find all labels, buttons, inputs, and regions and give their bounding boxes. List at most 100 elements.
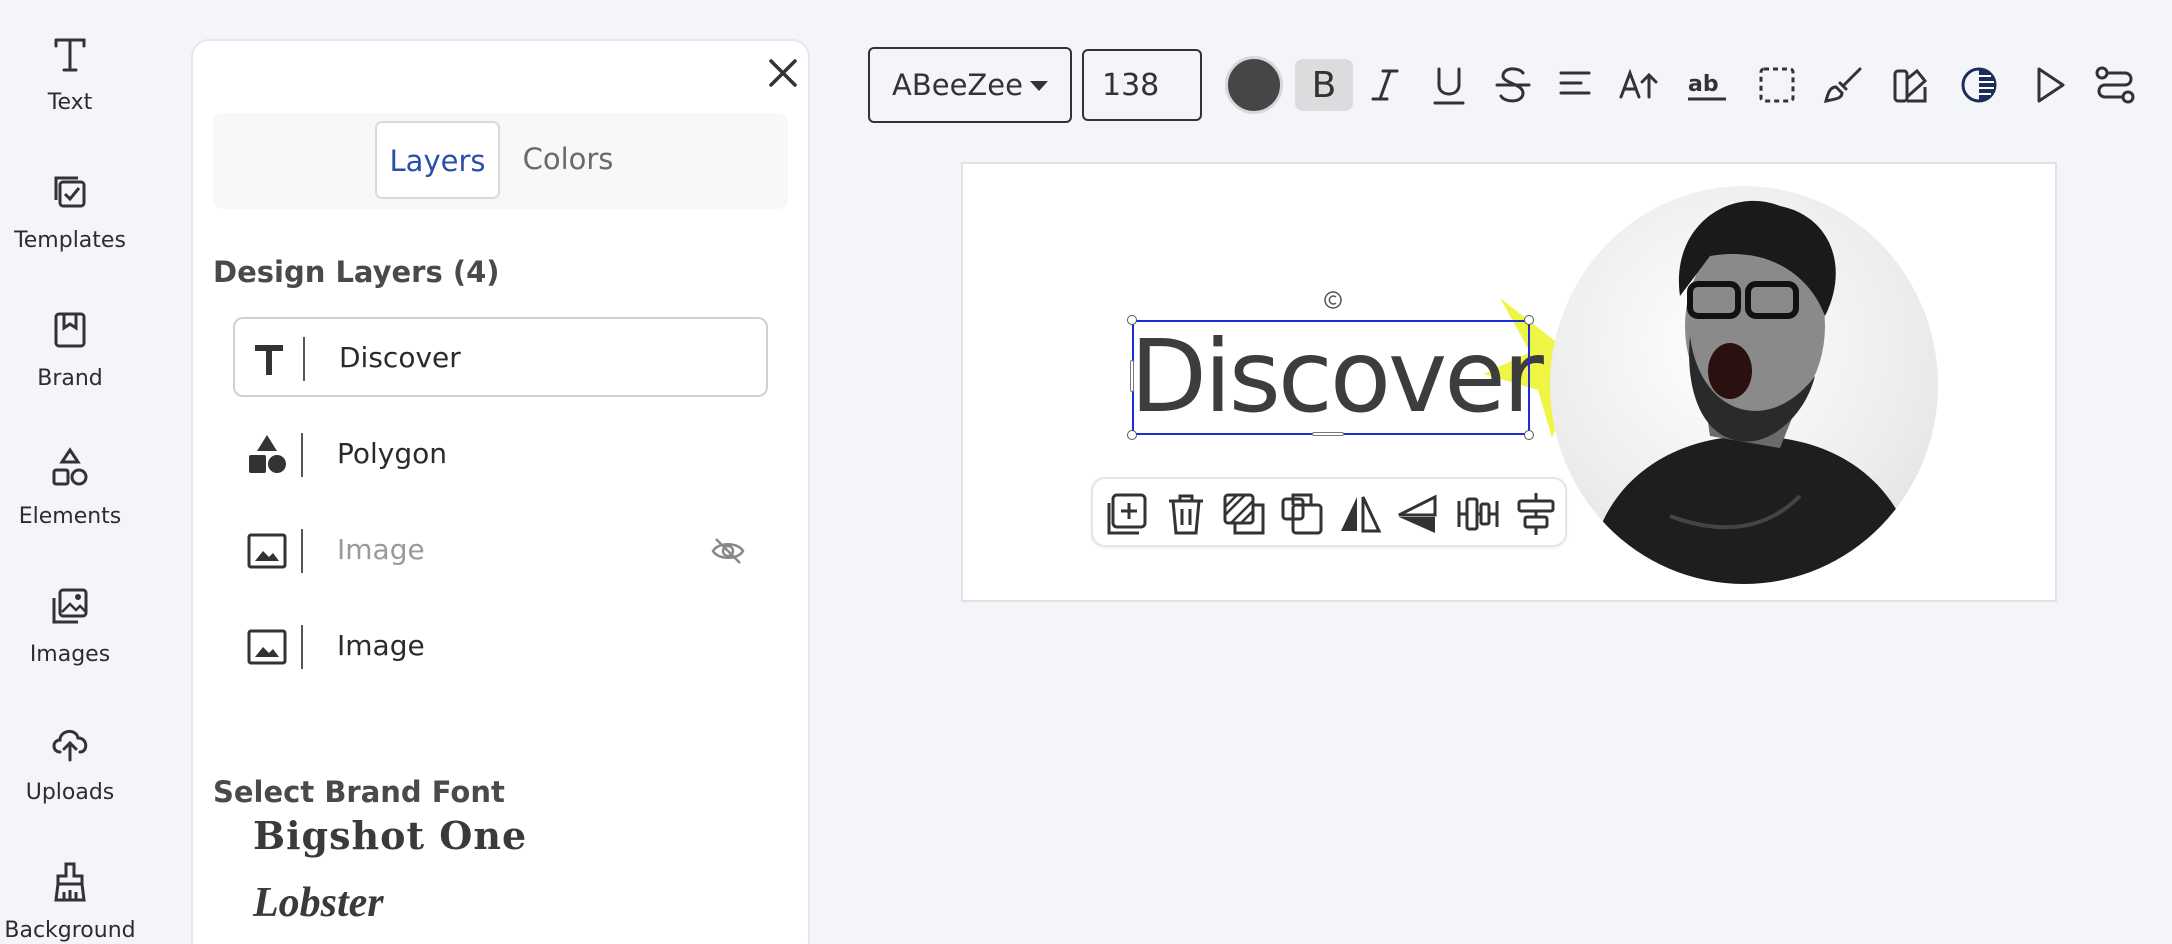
delete-button[interactable] (1163, 491, 1209, 537)
layer-name: Discover (339, 341, 461, 374)
sidebar-item-label: Text (47, 90, 93, 115)
paint-button[interactable] (1815, 59, 1873, 111)
sidebar-item-uploads[interactable]: Uploads (0, 700, 140, 810)
layer-item-image[interactable]: Image (233, 607, 768, 687)
text-spacing-icon: ab (1688, 72, 1726, 101)
align-center-horizontal-button[interactable] (1455, 491, 1501, 537)
panel-tabs: Layers Colors (213, 113, 788, 209)
contrast-icon (1961, 67, 1997, 103)
trash-icon (1169, 494, 1203, 535)
layer-backward-icon (1281, 493, 1323, 535)
images-icon (48, 584, 92, 628)
sidebar-item-background[interactable]: Background (0, 838, 140, 944)
selection-button[interactable] (1748, 59, 1806, 111)
strikethrough-button[interactable] (1484, 59, 1542, 111)
resize-handle[interactable] (1130, 360, 1134, 392)
text-size-up-button[interactable] (1610, 59, 1668, 111)
brand-font-title: Select Brand Font (213, 775, 505, 809)
contrast-button[interactable] (1950, 59, 2008, 111)
svg-text:ab: ab (1688, 72, 1719, 97)
layer-name: Image (337, 533, 425, 566)
brush-icon (1823, 67, 1862, 104)
tab-colors[interactable]: Colors (513, 121, 623, 199)
elements-icon (48, 446, 92, 490)
flip-vertical-icon (1398, 494, 1437, 533)
resize-handle[interactable] (1312, 432, 1344, 436)
align-center-vertical-button[interactable] (1513, 491, 1559, 537)
duplicate-add-button[interactable] (1105, 491, 1151, 537)
sidebar-item-label: Background (4, 918, 136, 943)
font-family-value: ABeeZee (892, 68, 1023, 102)
italic-icon (1371, 69, 1399, 101)
send-backward-button[interactable] (1279, 491, 1325, 537)
layer-item-discover[interactable]: Discover (233, 317, 768, 397)
layer-item-polygon[interactable]: Polygon (233, 415, 768, 495)
text-color-swatch[interactable] (1225, 56, 1283, 114)
caret-down-icon (1030, 81, 1048, 91)
sidebar-item-brand[interactable]: Brand (0, 286, 140, 396)
strikethrough-icon (1495, 67, 1531, 103)
align-button[interactable] (1546, 59, 1604, 111)
element-context-toolbar (1091, 477, 1567, 547)
resize-handle[interactable] (1127, 430, 1137, 440)
layer-name: Polygon (337, 437, 448, 470)
image-layer-icon (247, 533, 287, 569)
left-sidebar: Text Templates Brand Elements Images Upl… (0, 0, 140, 944)
design-layers-title: Design Layers (4) (213, 255, 500, 289)
play-animation-button[interactable] (2020, 59, 2078, 111)
sidebar-item-label: Images (29, 642, 111, 667)
templates-icon (48, 170, 92, 214)
font-size-up-icon (1619, 68, 1658, 99)
layer-forward-icon (1223, 493, 1265, 535)
letter-spacing-button[interactable]: ab (1678, 59, 1736, 111)
resize-handle[interactable] (1127, 315, 1137, 325)
text-icon (48, 32, 92, 76)
text-layer-icon (255, 345, 283, 375)
italic-button[interactable] (1356, 59, 1414, 111)
layer-item-image-hidden[interactable]: Image (233, 511, 768, 591)
sidebar-item-elements[interactable]: Elements (0, 424, 140, 534)
eye-off-icon[interactable] (710, 533, 746, 569)
add-copy-icon (1107, 493, 1147, 535)
brand-font-option[interactable]: Bigshot One (253, 813, 527, 858)
image-layer-icon (247, 629, 287, 665)
underline-button[interactable] (1420, 59, 1478, 111)
color-palette-button[interactable] (1882, 59, 1940, 111)
brand-font-option[interactable]: Lobster (253, 879, 384, 927)
bold-button[interactable]: B (1295, 59, 1353, 111)
resize-handle[interactable] (1524, 315, 1534, 325)
person-photo (1590, 200, 1920, 584)
flip-horizontal-icon (1341, 496, 1382, 533)
tab-layers[interactable]: Layers (375, 121, 500, 199)
close-icon (769, 59, 797, 87)
path-icon (2095, 66, 2135, 104)
portrait-image[interactable] (1550, 186, 1938, 584)
flip-horizontal-button[interactable] (1337, 491, 1383, 537)
background-icon (48, 860, 92, 904)
align-center-v-icon (1517, 493, 1555, 535)
close-panel-button[interactable] (763, 53, 803, 93)
bring-forward-button[interactable] (1221, 491, 1267, 537)
resize-handle[interactable] (1524, 430, 1534, 440)
sidebar-item-text[interactable]: Text (0, 10, 140, 120)
dashed-box-icon (1759, 67, 1795, 103)
sidebar-item-label: Elements (18, 504, 122, 529)
swatches-icon (1893, 68, 1928, 103)
motion-path-button[interactable] (2086, 59, 2144, 111)
align-center-h-icon (1457, 497, 1499, 531)
selection-box (1132, 320, 1530, 435)
bold-icon: B (1311, 64, 1337, 106)
underline-icon (1433, 67, 1465, 105)
sidebar-item-label: Uploads (25, 780, 115, 805)
sidebar-item-images[interactable]: Images (0, 562, 140, 672)
play-icon (2037, 67, 2065, 103)
shape-layer-icon (249, 435, 286, 473)
layer-name: Image (337, 629, 425, 662)
sidebar-item-templates[interactable]: Templates (0, 148, 140, 258)
brand-icon (48, 308, 92, 352)
align-left-icon (1559, 71, 1591, 95)
flip-vertical-button[interactable] (1395, 491, 1441, 537)
font-family-select[interactable]: ABeeZee (868, 47, 1072, 123)
rotate-icon[interactable] (1323, 290, 1343, 310)
font-size-input[interactable] (1082, 49, 1202, 121)
